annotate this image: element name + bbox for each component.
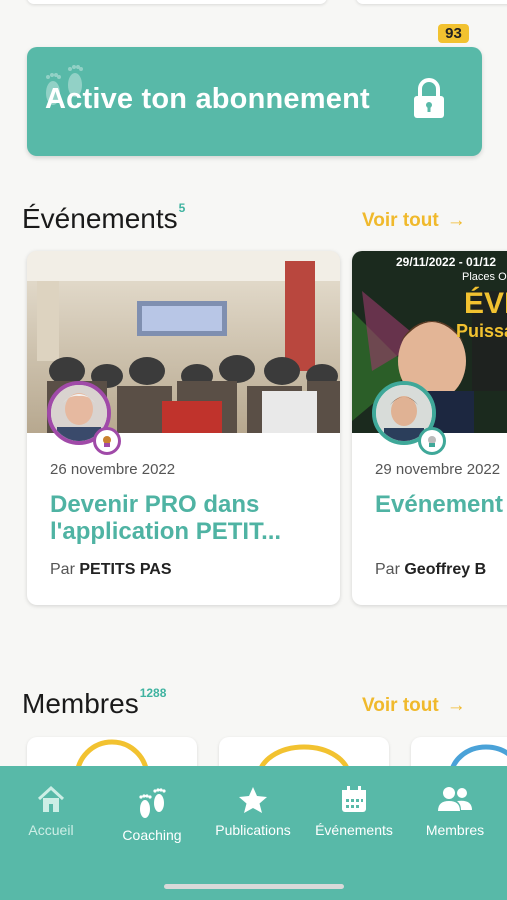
see-all-label: Voir tout <box>362 695 439 716</box>
members-see-all-link[interactable]: Voir tout → <box>362 695 466 717</box>
see-all-label: Voir tout <box>362 210 439 231</box>
tab-membres[interactable]: Membres <box>405 784 505 838</box>
tab-label: Événements <box>315 822 393 838</box>
organizer-badge-icon <box>418 427 446 455</box>
author-prefix: Par <box>50 561 75 578</box>
tab-label: Coaching <box>122 827 182 843</box>
author-prefix: Par <box>375 561 400 578</box>
tab-accueil[interactable]: Accueil <box>1 784 101 838</box>
home-icon <box>37 785 65 812</box>
star-icon <box>239 787 267 813</box>
calendar-icon <box>342 786 366 812</box>
tab-label: Membres <box>425 822 485 838</box>
poster-headline: ÉVÈ <box>464 287 507 320</box>
events-title-text: Événements <box>22 203 178 234</box>
event-title[interactable]: Devenir PRO dans l'application PETIT... <box>50 491 330 545</box>
subscribe-text: Active ton abonnement <box>45 83 370 115</box>
previous-card[interactable] <box>356 0 507 4</box>
event-date: 29 novembre 2022 <box>375 461 501 478</box>
poster-dates: 29/11/2022 - 01/12 <box>396 255 497 269</box>
events-section-title: Événements5 <box>22 201 186 235</box>
tab-coaching[interactable]: Coaching <box>102 785 202 843</box>
poster-subheadline: Puissa <box>456 321 507 341</box>
home-indicator <box>164 884 344 889</box>
event-card[interactable]: 29/11/2022 - 01/12 Places O ÉVÈ Puissa 2… <box>352 251 507 605</box>
author-name: Geoffrey B <box>404 561 487 578</box>
event-author: Par Geoffrey B <box>375 561 486 579</box>
tab-label: Publications <box>215 822 291 838</box>
event-title[interactable]: Evénement Puissance <box>375 491 507 518</box>
tab-evenements[interactable]: Événements <box>304 784 404 838</box>
events-see-all-link[interactable]: Voir tout → <box>362 210 466 232</box>
bottom-tab-bar: Accueil Coaching Publications Événements… <box>0 766 507 900</box>
event-card[interactable]: 26 novembre 2022 Devenir PRO dans l'appl… <box>27 251 340 605</box>
tab-publications[interactable]: Publications <box>203 784 303 838</box>
members-section-title: Membres1288 <box>22 686 167 720</box>
subscribe-banner[interactable]: Active ton abonnement <box>27 47 482 156</box>
previous-cards-strip <box>0 0 507 8</box>
tab-label: Accueil <box>28 822 74 838</box>
notification-count-badge: 93 <box>438 24 469 43</box>
organizer-badge-icon <box>93 427 121 455</box>
event-author: Par PETITS PAS <box>50 561 172 579</box>
event-date: 26 novembre 2022 <box>50 461 176 478</box>
arrow-right-icon: → <box>446 210 466 231</box>
lock-icon <box>414 78 444 118</box>
previous-card[interactable] <box>27 0 327 4</box>
feet-icon <box>139 788 166 818</box>
members-count: 1288 <box>139 686 167 700</box>
arrow-right-icon: → <box>446 695 466 716</box>
author-name: PETITS PAS <box>79 561 172 578</box>
members-title-text: Membres <box>22 688 139 719</box>
events-count: 5 <box>178 201 186 215</box>
people-icon <box>438 787 472 811</box>
poster-places: Places O <box>462 271 507 283</box>
